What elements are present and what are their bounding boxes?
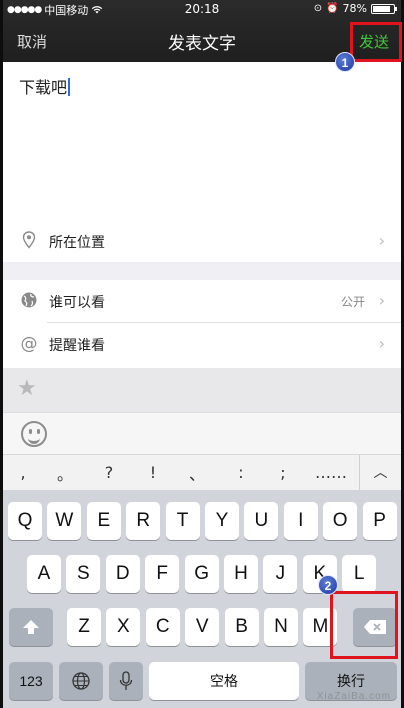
- punctuation-bar: , 。 ? ! 、 : ; …… ︿: [3, 454, 401, 491]
- alarm-icon: ⏰: [326, 3, 339, 14]
- visibility-row[interactable]: 谁可以看 公开 ›: [3, 280, 401, 322]
- step-marker-2: 2: [318, 575, 338, 595]
- key-h[interactable]: H: [224, 555, 258, 593]
- star-icon[interactable]: ★: [17, 376, 37, 401]
- chevron-right-icon: ›: [378, 291, 385, 310]
- page-title: 发表文字: [168, 34, 236, 54]
- punctuation-key[interactable]: ;: [263, 463, 303, 482]
- key-z[interactable]: Z: [67, 608, 101, 646]
- key-x[interactable]: X: [106, 608, 141, 646]
- location-label: 所在位置: [49, 235, 105, 251]
- key-j[interactable]: J: [263, 555, 298, 593]
- visibility-value: 公开: [340, 295, 365, 309]
- favorites-bar: ★: [3, 368, 401, 412]
- key-f[interactable]: F: [145, 555, 180, 593]
- text-cursor: [68, 78, 71, 96]
- key-t[interactable]: T: [165, 502, 200, 540]
- key-a[interactable]: A: [27, 555, 61, 593]
- key-y[interactable]: Y: [205, 502, 239, 540]
- step-marker-1: 1: [335, 52, 355, 72]
- shift-key[interactable]: [9, 608, 53, 646]
- chevron-right-icon: ›: [378, 334, 385, 353]
- chevron-right-icon: ›: [378, 231, 385, 250]
- key-w[interactable]: W: [47, 502, 82, 540]
- battery-icon: [371, 3, 397, 14]
- globe-icon: [19, 291, 39, 311]
- key-p[interactable]: P: [362, 502, 397, 540]
- key-o[interactable]: O: [323, 502, 358, 540]
- chevron-up-icon[interactable]: ︿: [359, 455, 401, 491]
- status-bar: ●●●●● 中国移动 20:18 ⊙ ⏰ 78%: [3, 0, 401, 18]
- space-key[interactable]: 空格: [149, 662, 299, 700]
- remind-label: 提醒谁看: [49, 338, 105, 354]
- key-i[interactable]: I: [283, 502, 318, 540]
- remind-row[interactable]: @ 提醒谁看 ›: [3, 323, 401, 365]
- key-g[interactable]: G: [184, 555, 219, 593]
- microphone-icon: [119, 671, 133, 690]
- punctuation-key[interactable]: :: [219, 463, 263, 482]
- visibility-label: 谁可以看: [49, 295, 105, 311]
- key-r[interactable]: R: [126, 502, 161, 540]
- post-text-area[interactable]: 下载吧: [3, 62, 401, 220]
- punctuation-key[interactable]: 、: [175, 461, 219, 485]
- key-b[interactable]: B: [224, 608, 259, 646]
- globe-key[interactable]: [59, 662, 103, 700]
- section-gap: [3, 262, 401, 280]
- key-v[interactable]: V: [185, 608, 220, 646]
- post-text-value: 下载吧: [19, 78, 68, 97]
- emoji-icon[interactable]: [21, 421, 47, 447]
- at-icon: @: [20, 334, 38, 354]
- post-text[interactable]: 下载吧: [19, 74, 71, 98]
- key-e[interactable]: E: [86, 502, 121, 540]
- numbers-key[interactable]: 123: [9, 662, 53, 700]
- watermark-logo: XiaZaiBa.com: [316, 691, 391, 702]
- delete-highlight-box: [330, 591, 398, 659]
- rotation-lock-icon: ⊙: [313, 3, 323, 14]
- key-l[interactable]: L: [342, 555, 377, 593]
- key-q[interactable]: Q: [8, 502, 42, 540]
- location-row[interactable]: 所在位置 ›: [3, 220, 401, 262]
- microphone-key[interactable]: [109, 662, 143, 700]
- key-c[interactable]: C: [145, 608, 180, 646]
- punctuation-key[interactable]: ?: [87, 463, 131, 482]
- shift-arrow-icon: [23, 620, 39, 634]
- key-u[interactable]: U: [244, 502, 279, 540]
- battery-percent: 78%: [342, 2, 367, 15]
- punctuation-key[interactable]: 。: [43, 461, 87, 485]
- punctuation-key[interactable]: ,: [3, 463, 43, 482]
- punctuation-key[interactable]: !: [131, 463, 175, 482]
- key-s[interactable]: S: [66, 555, 101, 593]
- globe-icon: [72, 672, 90, 690]
- key-d[interactable]: D: [105, 555, 140, 593]
- location-pin-icon: [19, 231, 39, 251]
- emoji-bar: [3, 412, 401, 454]
- send-highlight-box: [350, 22, 402, 62]
- punctuation-key[interactable]: ……: [303, 463, 359, 482]
- key-n[interactable]: N: [264, 608, 298, 646]
